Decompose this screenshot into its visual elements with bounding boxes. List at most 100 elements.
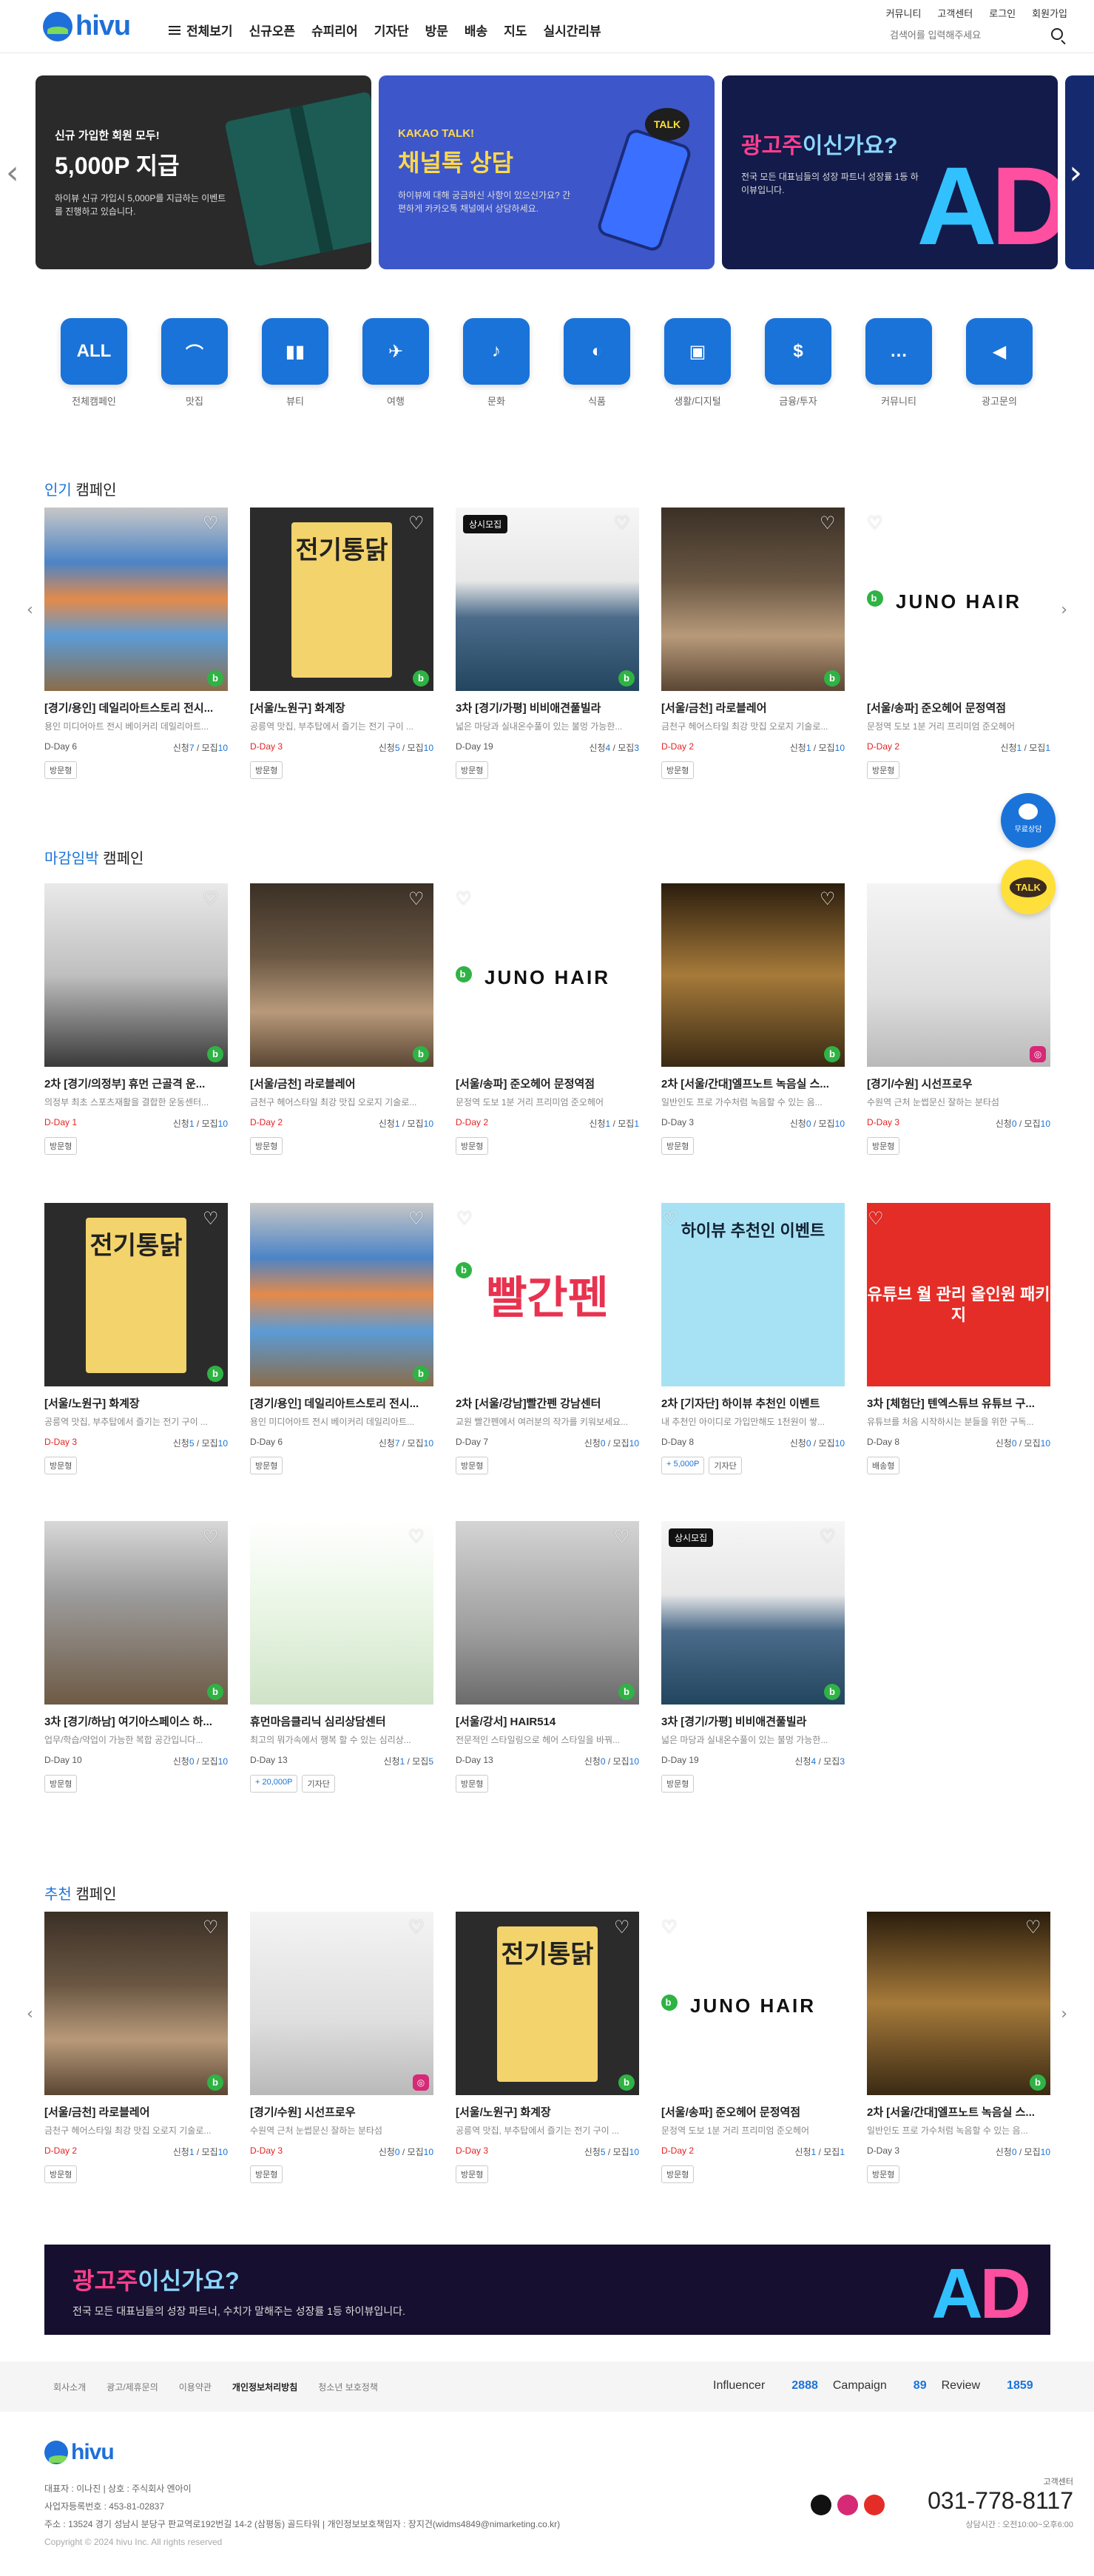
login-link[interactable]: 로그인 (989, 6, 1016, 20)
banner-prev-arrow-icon[interactable]: ‹ (6, 154, 19, 192)
signup-link[interactable]: 회원가입 (1032, 6, 1067, 20)
campaign-card[interactable]: JUNO HAIR ♡ b [서울/송파] 준오헤어 문정역점 문정역 도보 1분 거리… (661, 1912, 845, 2183)
recommend-prev-arrow-icon[interactable]: ‹ (27, 2005, 33, 2023)
nav-item-map[interactable]: 지도 (504, 21, 527, 39)
search-icon[interactable] (1051, 28, 1063, 40)
category-ad-inquiry[interactable]: ◀ 광고문의 (966, 318, 1033, 408)
footer-logo[interactable]: hivu (44, 2440, 115, 2465)
campaign-card[interactable]: ♡ b 2차 [경기/의정부] 휴먼 근골격 운... 의정부 최초 스포츠재활을 결… (44, 883, 228, 1155)
campaign-thumbnail[interactable]: ♡ b (661, 508, 845, 691)
heart-icon[interactable]: ♡ (408, 1918, 426, 1936)
campaign-title[interactable]: 2차 [서울/간대]엘프노트 녹음실 스... (661, 1076, 845, 1091)
campaign-thumbnail[interactable]: 상시모집 ♡ b (661, 1521, 845, 1705)
campaign-title[interactable]: [서울/금천] 라로블레어 (250, 1076, 433, 1091)
campaign-title[interactable]: 휴먼마음클리닉 심리상담센터 (250, 1713, 433, 1729)
campaign-thumbnail[interactable]: ♡ b (44, 1912, 228, 2095)
campaign-thumbnail[interactable]: ♡ b (250, 883, 433, 1067)
campaign-card[interactable]: ♡ b [서울/금천] 라로블레어 금천구 헤어스타일 최강 맛집 오로지 기술로..… (44, 1912, 228, 2183)
heart-icon[interactable]: ♡ (408, 514, 426, 532)
heart-icon[interactable]: ♡ (456, 890, 473, 908)
banner-next-arrow-icon[interactable]: › (1069, 154, 1082, 192)
campaign-title[interactable]: [서울/노원구] 화계장 (456, 2104, 639, 2120)
campaign-card[interactable]: ♡ b [경기/용인] 데일리아트스토리 전시... 용인 미디어아트 전시 베이커리… (44, 508, 228, 779)
campaign-thumbnail[interactable]: ♡ (250, 1521, 433, 1705)
campaign-card[interactable]: ♡ 휴먼마음클리닉 심리상담센터 최고의 뭐가속에서 행복 할 수 있는 심리상..… (250, 1521, 433, 1793)
campaign-card[interactable]: 상시모집 ♡ b 3차 [경기/가평] 비비애견풀빌라 넓은 마당과 실내온수풀이 있는… (456, 508, 639, 779)
instagram-icon[interactable] (837, 2495, 858, 2515)
campaign-thumbnail[interactable]: 전기통닭 ♡ b (44, 1203, 228, 1386)
heart-icon[interactable]: ♡ (614, 514, 632, 532)
nav-item-superior[interactable]: 슈피리어 (311, 21, 358, 39)
heart-icon[interactable]: ♡ (456, 1210, 473, 1227)
heart-icon[interactable]: ♡ (203, 1918, 220, 1936)
nav-item-all[interactable]: 전체보기 (169, 21, 233, 39)
campaign-title[interactable]: [서울/송파] 준오헤어 문정역점 (456, 1076, 639, 1091)
campaign-card[interactable]: ♡ b 2차 [서울/간대]엘프노트 녹음실 스... 일반인도 프로 가수처럼 녹음… (661, 883, 845, 1155)
heart-icon[interactable]: ♡ (820, 1528, 837, 1545)
campaign-title[interactable]: [서울/노원구] 화계장 (250, 700, 433, 715)
footer-link-youth[interactable]: 청소년 보호정책 (318, 2381, 378, 2393)
campaign-thumbnail[interactable]: ♡ b (250, 1203, 433, 1386)
campaign-thumbnail[interactable]: 빨간펜 ♡ b (456, 1203, 639, 1386)
heart-icon[interactable]: ♡ (614, 1918, 632, 1936)
category-travel[interactable]: ✈ 여행 (362, 318, 429, 408)
campaign-title[interactable]: [경기/수원] 시선프로우 (867, 1076, 1050, 1091)
campaign-thumbnail[interactable]: ♡ b (44, 508, 228, 691)
campaign-title[interactable]: 2차 [경기/의정부] 휴먼 근골격 운... (44, 1076, 228, 1091)
category-food[interactable]: ⌒ 맛집 (161, 318, 228, 408)
campaign-card[interactable]: ♡ b [서울/금천] 라로블레어 금천구 헤어스타일 최강 맛집 오로지 기술로..… (661, 508, 845, 779)
footer-link-about[interactable]: 회사소개 (53, 2381, 86, 2393)
campaign-thumbnail[interactable]: ♡ b (867, 1912, 1050, 2095)
campaign-thumbnail[interactable]: ♡◎ (250, 1912, 433, 2095)
nav-item-delivery[interactable]: 배송 (465, 21, 487, 39)
campaign-thumbnail[interactable]: JUNO HAIR ♡ b (867, 508, 1050, 691)
nav-item-new[interactable]: 신규오픈 (249, 21, 296, 39)
campaign-title[interactable]: [경기/수원] 시선프로우 (250, 2104, 433, 2120)
campaign-title[interactable]: [서울/노원구] 화계장 (44, 1395, 228, 1411)
youtube-icon[interactable] (864, 2495, 885, 2515)
category-life-digital[interactable]: ▣ 생활/디지털 (664, 318, 731, 408)
category-all[interactable]: ALL 전체캠페인 (61, 318, 127, 408)
banner-advertiser[interactable]: AD 광고주이신가요? 전국 모든 대표님들의 성장 파트너 성장률 1등 하이… (722, 75, 1058, 269)
campaign-title[interactable]: 3차 [체험단] 텐엑스튜브 유튜브 구... (867, 1395, 1050, 1411)
heart-icon[interactable]: ♡ (661, 1918, 679, 1936)
campaign-thumbnail[interactable]: 전기통닭 ♡ b (250, 508, 433, 691)
heart-icon[interactable]: ♡ (203, 514, 220, 532)
campaign-title[interactable]: [서울/강서] HAIR514 (456, 1713, 639, 1729)
campaign-title[interactable]: 3차 [경기/하남] 여기아스페이스 하... (44, 1713, 228, 1729)
footer-link-privacy[interactable]: 개인정보처리방침 (232, 2381, 297, 2393)
campaign-title[interactable]: [서울/송파] 준오헤어 문정역점 (867, 700, 1050, 715)
heart-icon[interactable]: ♡ (203, 1210, 220, 1227)
campaign-title[interactable]: [서울/금천] 라로블레어 (661, 700, 845, 715)
heart-icon[interactable]: ♡ (408, 1528, 426, 1545)
campaign-card[interactable]: 유튜브 월 관리 올인원 패키지 ♡ 3차 [체험단] 텐엑스튜브 유튜브 구...… (867, 1203, 1050, 1474)
community-link[interactable]: 커뮤니티 (886, 6, 922, 20)
category-food-product[interactable]: ◐ 식품 (564, 318, 630, 408)
campaign-title[interactable]: [경기/용인] 데일리아트스토리 전시... (250, 1395, 433, 1411)
kakao-talk-button[interactable]: TALK (1001, 860, 1056, 914)
campaign-card[interactable]: ♡◎[경기/수원] 시선프로우수원역 근처 눈썹문신 잘하는 분타섬D-Day … (250, 1912, 433, 2183)
campaign-thumbnail[interactable]: ♡ b (44, 1521, 228, 1705)
campaign-thumbnail[interactable]: 전기통닭 ♡ b (456, 1912, 639, 2095)
category-community[interactable]: … 커뮤니티 (865, 318, 932, 408)
category-culture[interactable]: ♪ 문화 (463, 318, 530, 408)
campaign-card[interactable]: 상시모집 ♡ b 3차 [경기/가평] 비비애견풀빌라 넓은 마당과 실내온수풀이 있는… (661, 1521, 845, 1793)
campaign-card[interactable]: ♡ b [경기/용인] 데일리아트스토리 전시... 용인 미디어아트 전시 베이커리… (250, 1203, 433, 1474)
banner-signup-event[interactable]: 신규 가입한 회원 모두! 5,000P 지급 하이뷰 신규 가입시 5,000… (36, 75, 371, 269)
footer-link-partnership[interactable]: 광고/제휴문의 (107, 2381, 158, 2393)
heart-icon[interactable]: ♡ (203, 1528, 220, 1545)
campaign-thumbnail[interactable]: JUNO HAIR ♡ b (661, 1912, 845, 2095)
campaign-title[interactable]: [경기/용인] 데일리아트스토리 전시... (44, 700, 228, 715)
heart-icon[interactable]: ♡ (1025, 1918, 1043, 1936)
campaign-card[interactable]: ♡ b [서울/강서] HAIR514 전문적인 스타일링으로 헤어 스타일을 바꿔.… (456, 1521, 639, 1793)
nav-item-reporter[interactable]: 기자단 (374, 21, 409, 39)
heart-icon[interactable]: ♡ (408, 890, 426, 908)
site-logo[interactable]: hivu (43, 10, 131, 42)
heart-icon[interactable]: ♡ (820, 514, 837, 532)
campaign-card[interactable]: ♡ b 3차 [경기/하남] 여기아스페이스 하... 업무/학습/약업이 가능한 복… (44, 1521, 228, 1793)
tiktok-icon[interactable] (811, 2495, 831, 2515)
campaign-title[interactable]: 3차 [경기/가평] 비비애견풀빌라 (456, 700, 639, 715)
campaign-thumbnail[interactable]: 하이뷰 추천인 이벤트 ♡ (661, 1203, 845, 1386)
campaign-thumbnail[interactable]: ♡ b (661, 883, 845, 1067)
campaign-card[interactable]: ♡◎[경기/수원] 시선프로우수원역 근처 눈썹문신 잘하는 분타섬D-Day … (867, 883, 1050, 1155)
